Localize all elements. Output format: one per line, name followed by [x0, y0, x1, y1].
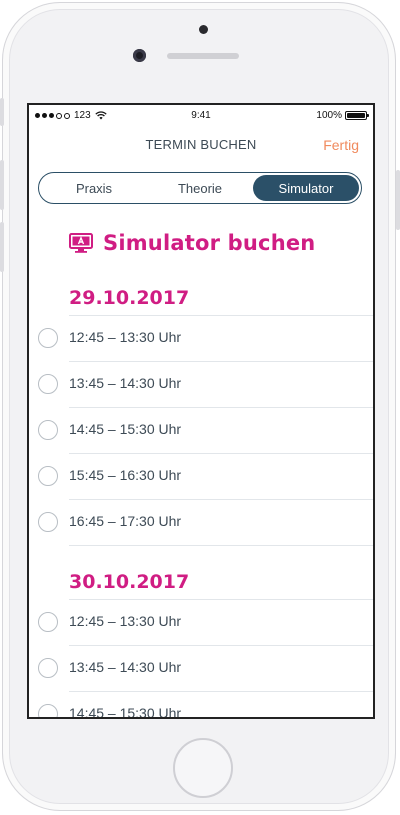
section-header: Simulator buchen [69, 231, 315, 255]
slot-time: 13:45 – 14:30 Uhr [69, 659, 182, 675]
row-divider [69, 645, 373, 646]
slot-time: 16:45 – 17:30 Uhr [69, 513, 182, 529]
row-divider [69, 545, 373, 546]
page-title: TERMIN BUCHEN [145, 137, 257, 152]
slot-radio[interactable] [38, 658, 58, 678]
row-divider [69, 499, 373, 500]
front-camera [133, 49, 146, 62]
battery-icon [345, 111, 369, 120]
earpiece [167, 53, 239, 59]
row-divider [69, 599, 373, 600]
slot-time: 13:45 – 14:30 Uhr [69, 375, 182, 391]
slot-radio[interactable] [38, 512, 58, 532]
done-button[interactable]: Fertig [323, 137, 359, 153]
home-button[interactable] [173, 738, 233, 798]
slot-radio[interactable] [38, 612, 58, 632]
power-button [396, 170, 400, 230]
time-slot-row[interactable]: 16:45 – 17:30 Uhr [29, 499, 373, 545]
row-divider [69, 361, 373, 362]
battery-percent: 100% [316, 110, 342, 121]
slot-time: 12:45 – 13:30 Uhr [69, 329, 182, 345]
date-heading: 30.10.2017 [69, 571, 190, 593]
time-slot-row[interactable]: 14:45 – 15:30 Uhr [29, 691, 373, 719]
time-slot-row[interactable]: 12:45 – 13:30 Uhr [29, 599, 373, 645]
date-heading: 29.10.2017 [69, 287, 190, 309]
volume-down-button [0, 222, 4, 272]
speaker-dot [199, 25, 208, 34]
time-slot-row[interactable]: 13:45 – 14:30 Uhr [29, 645, 373, 691]
slot-time: 12:45 – 13:30 Uhr [69, 613, 182, 629]
slot-radio[interactable] [38, 704, 58, 717]
slot-radio[interactable] [38, 328, 58, 348]
time-slot-row[interactable]: 15:45 – 16:30 Uhr [29, 453, 373, 499]
volume-up-button [0, 160, 4, 210]
status-bar: 123 9:41 100% [29, 105, 373, 125]
tab-theorie[interactable]: Theorie [147, 175, 253, 201]
row-divider [69, 453, 373, 454]
slot-radio[interactable] [38, 374, 58, 394]
monitor-icon [69, 233, 93, 253]
section-end-divider [29, 545, 373, 546]
slot-time: 15:45 – 16:30 Uhr [69, 467, 182, 483]
time-slot-row[interactable]: 13:45 – 14:30 Uhr [29, 361, 373, 407]
app-screen: 123 9:41 100% TERMIN BUCHEN Fertig Praxi… [27, 103, 375, 719]
section-title: Simulator buchen [103, 231, 316, 255]
row-divider [69, 691, 373, 692]
row-divider [69, 315, 373, 316]
mute-switch [0, 98, 4, 126]
slot-radio[interactable] [38, 420, 58, 440]
row-divider [69, 407, 373, 408]
battery-group: 100% [316, 110, 369, 121]
slot-time: 14:45 – 15:30 Uhr [69, 421, 182, 437]
time-slot-row[interactable]: 14:45 – 15:30 Uhr [29, 407, 373, 453]
segmented-control: Praxis Theorie Simulator [38, 172, 362, 204]
tab-simulator[interactable]: Simulator [253, 175, 359, 201]
slot-time: 14:45 – 15:30 Uhr [69, 705, 182, 719]
slot-radio[interactable] [38, 466, 58, 486]
navigation-bar: TERMIN BUCHEN Fertig [29, 127, 373, 161]
time-slot-row[interactable]: 12:45 – 13:30 Uhr [29, 315, 373, 361]
tab-praxis[interactable]: Praxis [41, 175, 147, 201]
